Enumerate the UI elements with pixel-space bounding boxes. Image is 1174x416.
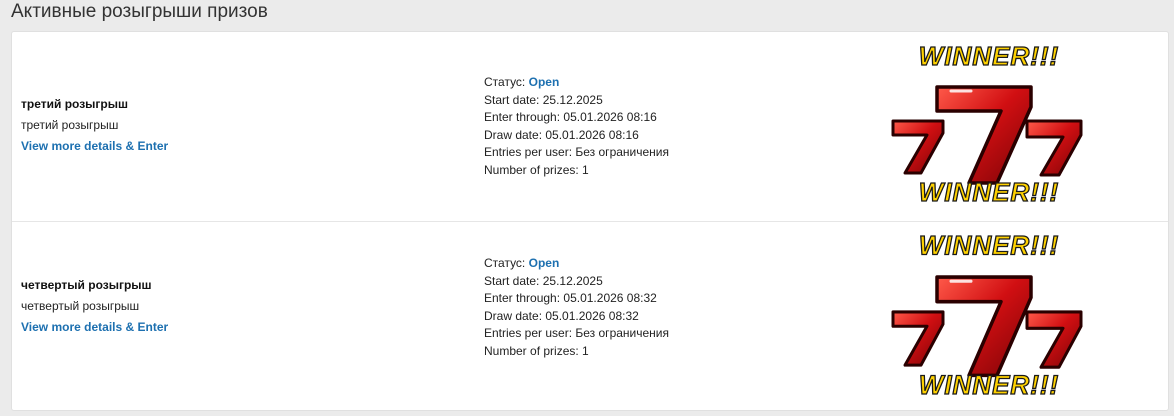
start-date-line: Start date: 25.12.2025 (484, 273, 844, 291)
draw-date-line: Draw date: 05.01.2026 08:16 (484, 127, 844, 145)
winner-777-image: WINNER!!! WINNER!!! (881, 40, 1097, 209)
giveaway-name: четвертый розыгрыш (21, 278, 152, 292)
entries-per-user-line: Entries per user: Без ограничения (484, 144, 844, 162)
draw-date-label: Draw date: (484, 127, 543, 142)
start-date-label: Start date: (484, 92, 540, 107)
entries-per-user-line: Entries per user: Без ограничения (484, 325, 844, 343)
enter-through-label: Enter through: (484, 291, 561, 305)
draw-date-line: Draw date: 05.01.2026 08:32 (484, 308, 844, 326)
start-date-value: 25.12.2025 (542, 92, 603, 107)
number-of-prizes-line: Number of prizes: 1 (484, 162, 844, 180)
number-of-prizes-value: 1 (582, 162, 589, 177)
enter-through-value: 05.01.2026 08:32 (563, 291, 657, 305)
start-date-value: 25.12.2025 (542, 273, 603, 288)
number-of-prizes-line: Number of prizes: 1 (484, 343, 844, 361)
entries-per-user-label: Entries per user: (484, 145, 573, 159)
status-value: Open (528, 75, 560, 89)
draw-date-label: Draw date: (484, 308, 543, 323)
giveaway-name: третий розыгрыш (21, 97, 128, 111)
entries-per-user-value: Без ограничения (575, 145, 669, 159)
giveaway-row: четвертый розыгрыш четвертый розыгрыш Vi… (12, 222, 1168, 410)
giveaways-panel: третий розыгрыш третий розыгрыш View mor… (11, 31, 1169, 411)
enter-through-line: Enter through: 05.01.2026 08:16 (484, 109, 844, 127)
giveaway-description: четвертый розыгрыш (21, 299, 140, 313)
entries-per-user-value: Без ограничения (575, 326, 669, 340)
giveaway-summary: третий розыгрыш третий розыгрыш View mor… (21, 96, 461, 155)
status-label: Статус: (484, 256, 526, 270)
entries-per-user-label: Entries per user: (484, 326, 573, 340)
giveaway-description: третий розыгрыш (21, 118, 119, 132)
giveaway-image: WINNER!!! WINNER!!! (881, 230, 1097, 402)
draw-date-value: 05.01.2026 08:32 (545, 308, 639, 323)
page-title: Активные розыгрыши призов (11, 1, 268, 22)
enter-through-value: 05.01.2026 08:16 (563, 110, 657, 124)
enter-through-label: Enter through: (484, 110, 561, 124)
start-date-label: Start date: (484, 273, 540, 288)
start-date-line: Start date: 25.12.2025 (484, 92, 844, 110)
winner-text-top: WINNER!!! (919, 41, 1059, 71)
draw-date-value: 05.01.2026 08:16 (545, 127, 639, 142)
giveaway-summary: четвертый розыгрыш четвертый розыгрыш Vi… (21, 277, 461, 336)
giveaway-info: Статус: Open Start date: 25.12.2025 Ente… (484, 74, 844, 179)
status-label: Статус: (484, 75, 526, 89)
winner-text-bottom: WINNER!!! (919, 370, 1059, 400)
view-details-link[interactable]: View more details & Enter (21, 319, 168, 335)
number-of-prizes-label: Number of prizes: (484, 343, 579, 358)
status-value: Open (528, 256, 560, 270)
giveaway-row: третий розыгрыш третий розыгрыш View mor… (12, 32, 1168, 222)
winner-text-bottom: WINNER!!! (919, 177, 1059, 207)
number-of-prizes-label: Number of prizes: (484, 162, 579, 177)
status-line: Статус: Open (484, 74, 844, 92)
enter-through-line: Enter through: 05.01.2026 08:32 (484, 290, 844, 308)
giveaway-info: Статус: Open Start date: 25.12.2025 Ente… (484, 255, 844, 360)
view-details-link[interactable]: View more details & Enter (21, 138, 168, 154)
winner-777-image: WINNER!!! WINNER!!! (881, 230, 1097, 402)
status-line: Статус: Open (484, 255, 844, 273)
number-of-prizes-value: 1 (582, 343, 589, 358)
giveaway-image: WINNER!!! WINNER!!! (881, 40, 1097, 209)
winner-text-top: WINNER!!! (919, 230, 1059, 260)
